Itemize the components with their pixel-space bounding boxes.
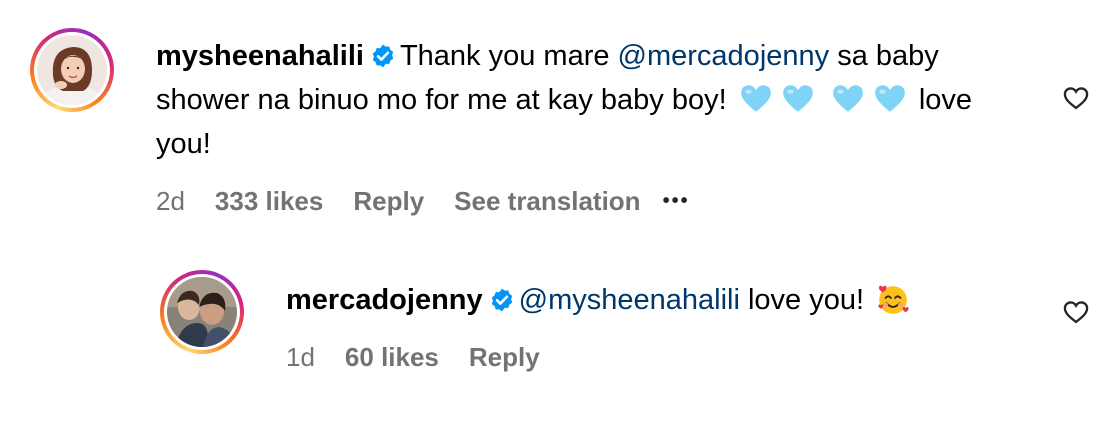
- comment-time: 1d: [286, 342, 315, 372]
- smiling-face-with-hearts-emoji: [878, 285, 909, 314]
- comment-meta: 1d 60 likes Reply: [286, 342, 570, 373]
- heart-outline-icon[interactable]: [1062, 298, 1090, 326]
- see-translation-button[interactable]: See translation: [454, 186, 640, 217]
- username[interactable]: mysheenahalili: [156, 40, 364, 72]
- likes-count[interactable]: 60 likes: [345, 342, 439, 373]
- light-blue-heart-emoji: [874, 85, 905, 112]
- profile-photo-icon: [37, 35, 107, 105]
- comment-text: mysheenahalili Thank you mare @mercadojen…: [156, 34, 1016, 166]
- light-blue-heart-emoji: [832, 85, 863, 112]
- comment-mysheenahalili: mysheenahalili Thank you mare @mercadojen…: [0, 0, 1120, 230]
- comment-text: mercadojenny @mysheenahalili love you!: [286, 278, 1046, 322]
- reply-button[interactable]: Reply: [469, 342, 540, 373]
- reply-button[interactable]: Reply: [353, 186, 424, 217]
- comment-text-part: Thank you mare: [399, 40, 618, 72]
- comment-time: 2d: [156, 186, 185, 216]
- verified-badge-icon: [372, 44, 394, 68]
- light-blue-heart-emoji: [782, 85, 813, 112]
- comment-text-part: love you!: [739, 284, 873, 316]
- mention-link[interactable]: @mysheenahalili: [519, 284, 740, 316]
- mention-link[interactable]: @mercadojenny: [618, 40, 830, 72]
- avatar-mysheenahalili[interactable]: [30, 28, 114, 112]
- avatar-mercadojenny[interactable]: [160, 270, 244, 354]
- light-blue-heart-emoji: [740, 85, 771, 112]
- username[interactable]: mercadojenny: [286, 284, 483, 316]
- comment-mercadojenny: mercadojenny @mysheenahalili love you! 1d…: [0, 230, 1120, 422]
- verified-badge-icon: [491, 288, 512, 312]
- likes-count[interactable]: 333 likes: [215, 186, 323, 217]
- more-options-icon[interactable]: •••: [663, 190, 690, 213]
- comment-meta: 2d 333 likes Reply See translation •••: [156, 186, 720, 217]
- profile-photo-icon: [167, 277, 237, 347]
- heart-outline-icon[interactable]: [1062, 84, 1090, 112]
